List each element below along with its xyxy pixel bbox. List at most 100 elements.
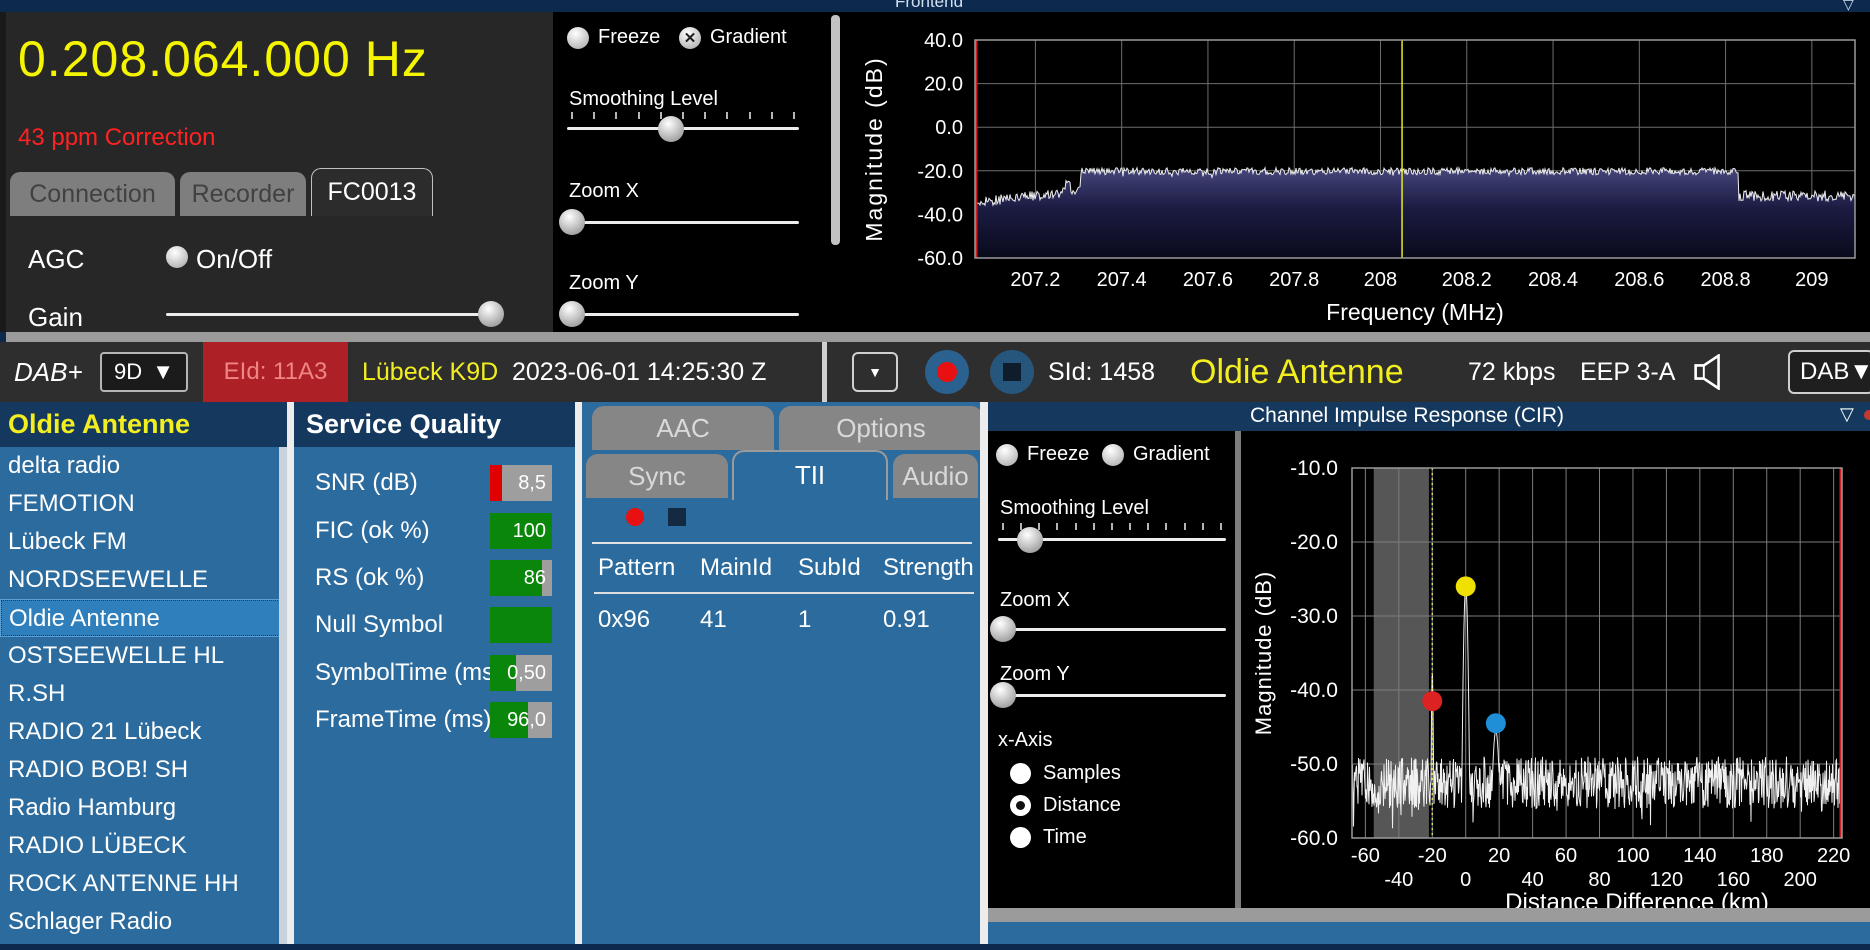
slider-handle[interactable] <box>558 301 585 327</box>
station-list-item[interactable]: RADIO LÜBECK <box>0 827 287 865</box>
frequency-unit: Hz <box>364 31 428 87</box>
xaxis-option-distance[interactable]: Distance <box>1010 789 1121 821</box>
horizontal-divider[interactable] <box>6 332 1870 342</box>
tab-aac[interactable]: AAC <box>592 406 774 450</box>
tii-record-icon[interactable] <box>626 508 644 526</box>
channel-dropdown[interactable]: 9D ▼ <box>100 352 188 392</box>
slider-handle[interactable] <box>989 616 1016 642</box>
gradient-radio-icon[interactable] <box>1102 443 1124 466</box>
freeze-control[interactable]: Freeze <box>996 443 1089 466</box>
tab-recorder[interactable]: Recorder <box>180 172 306 216</box>
station-list-item[interactable]: R.SH <box>0 675 287 713</box>
station-list-scrollbar[interactable] <box>279 447 287 944</box>
station-list-item[interactable]: FEMOTION <box>0 485 287 523</box>
slider-handle[interactable] <box>989 682 1016 708</box>
statusbar-divider <box>822 342 827 402</box>
controls-scrollbar[interactable] <box>831 15 840 245</box>
record-button[interactable] <box>925 350 969 394</box>
station-list-item[interactable]: Schlager Radio <box>0 903 287 941</box>
quality-bar <box>490 607 552 643</box>
svg-text:208.4: 208.4 <box>1528 269 1578 291</box>
protection-label: EEP 3-A <box>1580 358 1676 386</box>
tick-mark <box>681 112 684 119</box>
svg-text:220: 220 <box>1817 845 1850 867</box>
slider-handle[interactable] <box>1016 527 1043 553</box>
yellow-marker <box>1455 576 1476 597</box>
tick-mark <box>1038 523 1041 530</box>
station-list-item[interactable]: delta radio <box>0 447 287 485</box>
tab-options[interactable]: Options <box>779 406 983 450</box>
tick-mark <box>1129 523 1132 530</box>
svg-text:-20.0: -20.0 <box>1290 531 1338 554</box>
collapse-triangle-icon[interactable]: ▽ <box>1843 0 1854 12</box>
station-list-item[interactable]: RADIO BOB! SH <box>0 751 287 789</box>
tii-stop-icon[interactable] <box>668 508 686 526</box>
quality-bar-fill <box>490 465 503 501</box>
quality-bar-value: 8,5 <box>518 472 546 494</box>
status-bar: DAB+ 9D ▼ EId: 11A3 Lübeck K9D 2023-06-0… <box>0 342 1870 402</box>
gain-slider[interactable] <box>166 300 504 336</box>
freeze-radio-icon[interactable] <box>567 26 589 49</box>
stop-button[interactable] <box>990 350 1034 394</box>
tick-mark <box>748 112 751 119</box>
station-list-item[interactable]: RADIO 21 Lübeck <box>0 713 287 751</box>
svg-text:60: 60 <box>1555 845 1577 867</box>
station-list-item[interactable]: Radio Hamburg <box>0 789 287 827</box>
tab-audio[interactable]: Audio <box>893 454 978 498</box>
slider-handle[interactable] <box>658 116 685 142</box>
xaxis-option-samples[interactable]: Samples <box>1010 757 1121 789</box>
output-mode-dropdown[interactable]: DAB ▼ <box>1788 350 1870 394</box>
svg-text:208.8: 208.8 <box>1701 269 1751 291</box>
speaker-icon[interactable] <box>1692 354 1732 390</box>
station-list-item[interactable]: Lübeck FM <box>0 523 287 561</box>
output-mode-value: DAB <box>1800 358 1850 385</box>
station-list-item[interactable]: NORDSEEWELLE <box>0 561 287 599</box>
panel-divider[interactable] <box>575 402 582 944</box>
tab-sync[interactable]: Sync <box>586 454 728 498</box>
tick-mark <box>1165 523 1168 530</box>
cir-bottom-strip <box>988 922 1870 944</box>
gradient-checkbox-icon[interactable]: ✕ <box>679 26 701 49</box>
smoothing-level-slider[interactable] <box>998 523 1226 559</box>
zoom-x-slider[interactable] <box>989 615 1226 651</box>
quality-row: SNR (dB) 8,5 <box>294 465 575 501</box>
svg-text:-20.0: -20.0 <box>917 161 963 183</box>
slider-track[interactable] <box>998 694 1226 697</box>
zoom-y-slider[interactable] <box>989 681 1226 717</box>
slider-handle[interactable] <box>477 301 504 327</box>
agc-toggle[interactable] <box>166 246 188 268</box>
slider-track[interactable] <box>998 628 1226 631</box>
gradient-control[interactable]: ✕ Gradient <box>679 26 787 49</box>
smoothing-level-slider[interactable] <box>567 112 799 148</box>
tii-header-cell: Pattern <box>598 554 676 581</box>
quality-bar-value: 86 <box>523 567 546 589</box>
zoom-x-slider[interactable] <box>558 208 799 244</box>
slider-track[interactable] <box>567 313 799 316</box>
panel-divider[interactable] <box>287 402 294 944</box>
current-service-name: Oldie Antenne <box>1190 353 1404 391</box>
freeze-control[interactable]: Freeze <box>567 26 660 49</box>
expand-dropdown-button[interactable]: ▼ <box>852 352 898 392</box>
panel-divider[interactable] <box>980 402 988 944</box>
zoom-y-slider[interactable] <box>558 300 799 336</box>
slider-handle[interactable] <box>558 209 585 235</box>
tab-tii[interactable]: TII <box>732 450 888 500</box>
svg-text:-10.0: -10.0 <box>1290 457 1338 480</box>
gradient-control[interactable]: Gradient <box>1102 443 1210 466</box>
slider-track[interactable] <box>567 221 799 224</box>
cir-scrollbar[interactable] <box>988 908 1870 922</box>
gradient-label: Gradient <box>1133 443 1210 465</box>
tab-connection[interactable]: Connection <box>10 172 175 216</box>
tab-fc0013[interactable]: FC0013 <box>311 168 433 216</box>
station-list-item[interactable]: ROCK ANTENNE HH <box>0 865 287 903</box>
svg-text:-40: -40 <box>1384 869 1413 891</box>
station-list-item[interactable]: Oldie Antenne <box>0 599 287 637</box>
x-axis-label: x-Axis <box>998 729 1053 751</box>
station-list-item[interactable]: OSTSEEWELLE HL <box>0 637 287 675</box>
freeze-radio-icon[interactable] <box>996 443 1018 466</box>
tick-mark <box>726 112 729 119</box>
xaxis-option-time[interactable]: Time <box>1010 821 1121 853</box>
collapse-triangle-icon[interactable]: ▽ <box>1840 404 1854 425</box>
slider-track[interactable] <box>166 313 501 316</box>
svg-text:207.2: 207.2 <box>1010 269 1060 291</box>
